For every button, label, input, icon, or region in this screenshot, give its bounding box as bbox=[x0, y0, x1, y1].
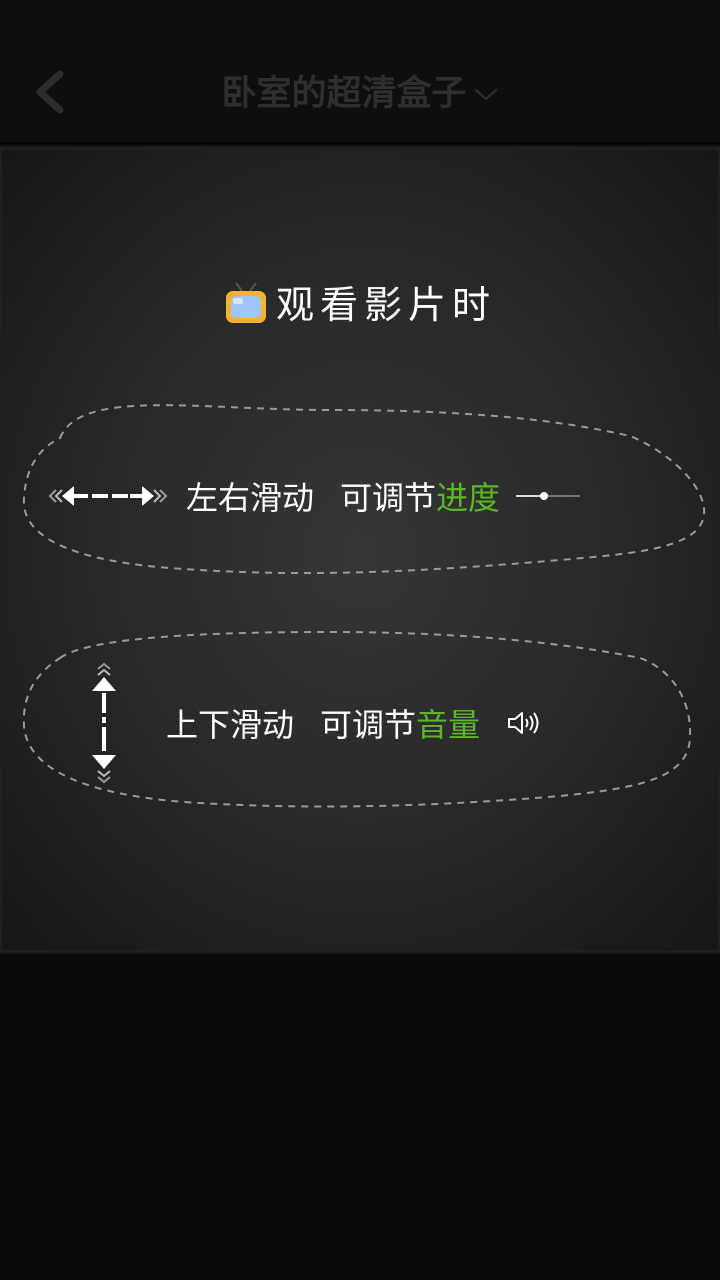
gesture-guide-overlay[interactable]: 观看影片时 左右滑动 可调节进度 上下滑动 可调节音量 bbox=[0, 146, 720, 954]
tv-icon bbox=[225, 281, 266, 323]
device-selector[interactable]: 卧室的超清盒子 bbox=[0, 62, 720, 126]
guide-outlines bbox=[22, 404, 706, 808]
speaker-icon bbox=[508, 712, 539, 734]
guide-heading-text: 观看影片时 bbox=[275, 283, 496, 327]
horizontal-swipe-hint: 左右滑动 可调节进度 bbox=[46, 466, 686, 526]
header-bar: 卧室的超清盒子 bbox=[0, 0, 720, 144]
horizontal-hint-middle: 可调节 bbox=[340, 479, 437, 517]
screen: 卧室的超清盒子 观看影片时 左右滑动 可调节进度 上下滑动 可调节音量 bbox=[0, 0, 720, 1280]
page-title: 卧室的超清盒子 bbox=[221, 74, 467, 114]
bottom-area bbox=[0, 952, 720, 1280]
vertical-swipe-hint: 上下滑动 可调节音量 bbox=[86, 658, 646, 788]
vertical-hint-middle: 可调节 bbox=[320, 706, 417, 744]
vertical-hint-text: 上下滑动 可调节音量 bbox=[166, 700, 480, 746]
horizontal-hint-prefix: 左右滑动 bbox=[186, 479, 315, 517]
guide-heading: 观看影片时 bbox=[0, 274, 720, 334]
horizontal-hint-highlight: 进度 bbox=[436, 479, 501, 517]
vertical-hint-prefix: 上下滑动 bbox=[166, 706, 295, 744]
progress-slider-icon bbox=[516, 492, 581, 500]
vertical-hint-highlight: 音量 bbox=[416, 706, 481, 744]
vertical-arrows-icon bbox=[92, 662, 116, 784]
horizontal-arrows-icon bbox=[48, 486, 168, 506]
chevron-down-icon bbox=[474, 88, 497, 101]
horizontal-hint-text: 左右滑动 可调节进度 bbox=[186, 473, 500, 519]
